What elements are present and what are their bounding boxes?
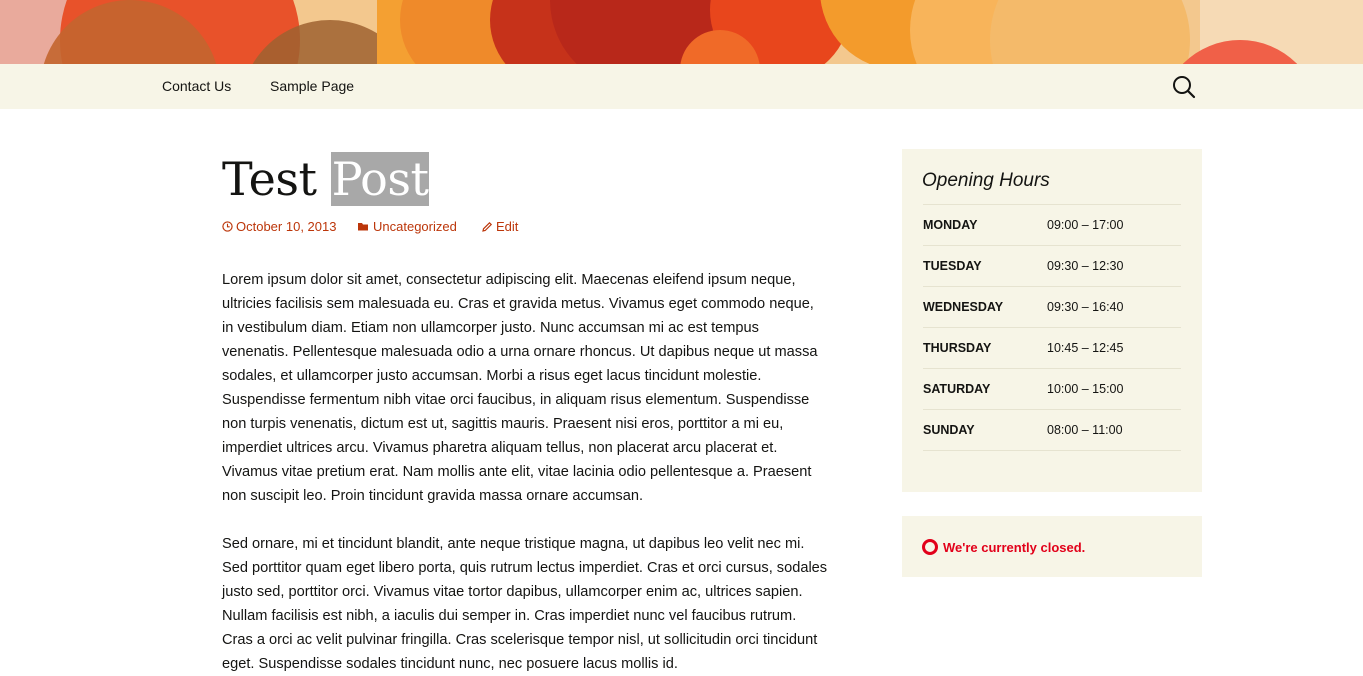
hours-row: MONDAY 09:00 – 17:00 (923, 204, 1181, 246)
search-button[interactable] (1171, 74, 1197, 100)
hours-row: TUESDAY 09:30 – 12:30 (923, 245, 1181, 287)
post-paragraph: Sed ornare, mi et tincidunt blandit, ant… (222, 536, 828, 672)
widget-title: Opening Hours (922, 170, 1050, 191)
time-range: 10:45 – 12:45 (1047, 341, 1124, 355)
search-icon (1173, 76, 1196, 99)
folder-icon (358, 223, 368, 231)
nav-item-sample-page[interactable]: Sample Page (270, 78, 354, 94)
post-edit-link[interactable]: Edit (481, 219, 518, 234)
status-circle-icon (922, 539, 938, 555)
status-line: We're currently closed. (922, 539, 1085, 555)
post-date-link[interactable]: October 10, 2013 (222, 219, 336, 234)
post-paragraph: Lorem ipsum dolor sit amet, consectetur … (222, 272, 818, 504)
post-category: Uncategorized (373, 219, 457, 234)
clock-icon (222, 221, 233, 232)
hours-table: MONDAY 09:00 – 17:00 TUESDAY 09:30 – 12:… (923, 204, 1181, 451)
day-label: WEDNESDAY (923, 300, 1004, 314)
time-range: 09:00 – 17:00 (1047, 218, 1124, 232)
day-label: MONDAY (923, 218, 978, 232)
day-label: SUNDAY (923, 423, 975, 437)
day-label: SATURDAY (923, 382, 991, 396)
nav-bar: Contact Us Sample Page (0, 64, 1363, 109)
hours-row: SUNDAY 08:00 – 11:00 (923, 409, 1181, 451)
post-title: Test Post (222, 150, 430, 208)
nav-item-contact-us[interactable]: Contact Us (162, 78, 231, 94)
day-label: THURSDAY (923, 341, 992, 355)
post-date: October 10, 2013 (236, 219, 337, 234)
status-widget: We're currently closed. (902, 516, 1202, 577)
hours-row: SATURDAY 10:00 – 15:00 (923, 368, 1181, 410)
pencil-icon (482, 221, 493, 232)
post-category-link[interactable]: Uncategorized (357, 219, 457, 234)
post-title-part1: Test (222, 152, 317, 206)
time-range: 09:30 – 16:40 (1047, 300, 1124, 314)
header-banner (0, 0, 1363, 64)
time-range: 08:00 – 11:00 (1047, 423, 1123, 437)
time-range: 10:00 – 15:00 (1047, 382, 1124, 396)
time-range: 09:30 – 12:30 (1047, 259, 1124, 273)
header-decoration (0, 0, 1363, 64)
post-edit: Edit (496, 219, 519, 234)
day-label: TUESDAY (923, 259, 982, 273)
opening-hours-widget: Opening Hours MONDAY 09:00 – 17:00 TUESD… (902, 149, 1202, 492)
status-text: We're currently closed. (943, 539, 1086, 555)
hours-row: WEDNESDAY 09:30 – 16:40 (923, 286, 1181, 328)
post-title-selected: Post (330, 152, 430, 206)
hours-row: THURSDAY 10:45 – 12:45 (923, 327, 1181, 369)
